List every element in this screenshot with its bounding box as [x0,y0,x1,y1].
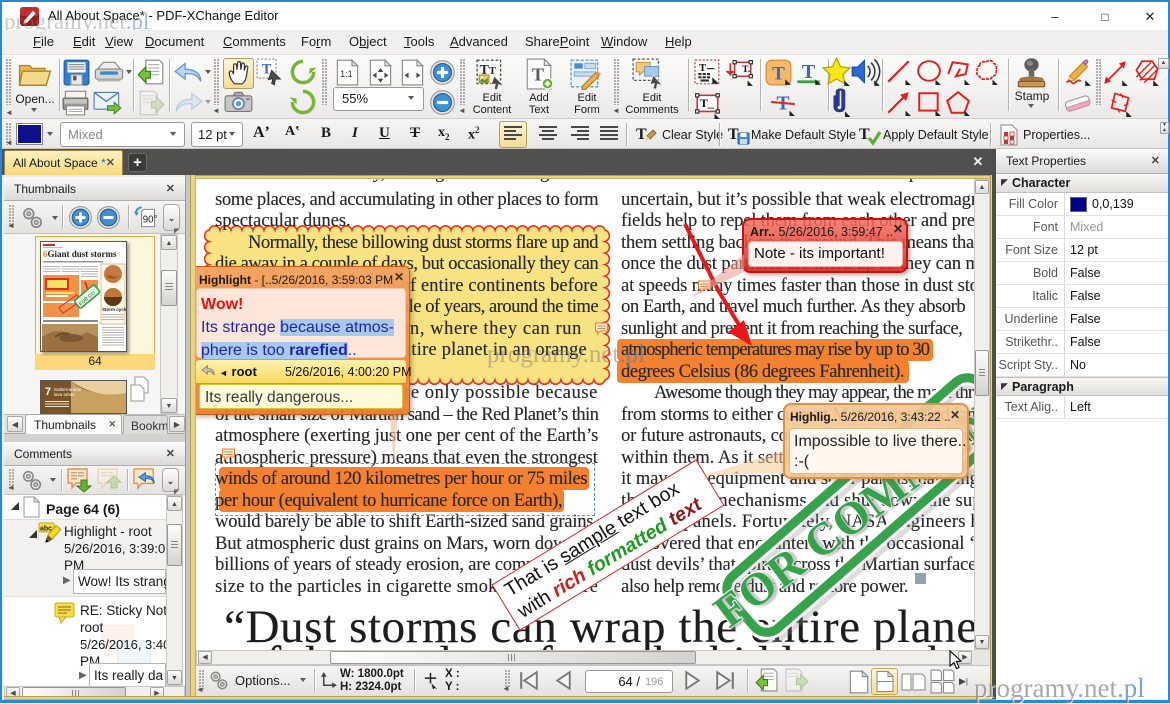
svg-text:1:1: 1:1 [340,69,353,79]
svg-text:90°: 90° [143,214,158,225]
svg-text:T: T [772,63,785,84]
svg-text:T_: T_ [700,96,714,110]
svg-text:6Giant dust storms: 6Giant dust storms [43,249,117,259]
svg-text:T: T [802,61,816,83]
svg-text:T: T [728,126,739,143]
svg-text:7: 7 [45,386,51,398]
svg-text:Storm cycles: Storm cycles [102,307,126,312]
svg-text:T: T [859,126,870,143]
svg-text:abc: abc [40,526,52,533]
svg-text:lava tubes: lava tubes [54,392,75,397]
svg-text:T: T [699,62,706,74]
svg-text:T.: T. [742,64,750,75]
